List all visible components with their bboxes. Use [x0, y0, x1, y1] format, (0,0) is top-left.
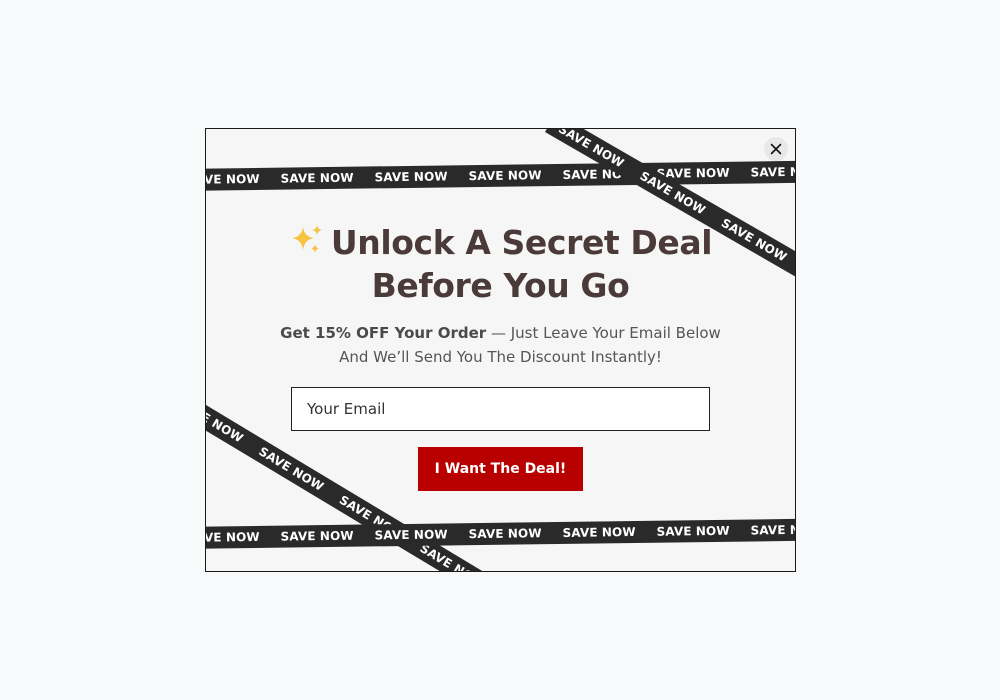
ribbon-label: SAVE NOW	[256, 444, 327, 494]
ribbon-label: SAVE NOW	[374, 169, 448, 185]
ribbon-label: SAVE NOW	[468, 168, 542, 184]
ribbon-label: SAVE NOW	[280, 528, 354, 544]
save-now-ribbon-bottom: SAVE NOW SAVE NOW SAVE NOW SAVE NOW SAVE…	[205, 518, 796, 549]
popup-headline: Unlock A Secret Deal Before You Go	[266, 221, 735, 307]
save-now-ribbon-top: SAVE NOW SAVE NOW SAVE NOW SAVE NOW SAVE…	[205, 160, 796, 191]
ribbon-label: SAVE NOW	[468, 526, 542, 542]
discount-popup: SAVE NOW SAVE NOW SAVE NOW SAVE NOW SAVE…	[205, 128, 796, 572]
ribbon-label: SAVE NOW	[205, 171, 260, 187]
ribbon-label: SAVE NOW	[280, 170, 354, 186]
popup-subtext: Get 15% OFF Your Order — Just Leave Your…	[276, 321, 725, 369]
ribbon-label: SAVE NOW	[656, 523, 730, 539]
sparkles-icon	[291, 225, 322, 253]
subtext-offer: Get 15% OFF Your Order	[280, 324, 487, 342]
headline-text: Unlock A Secret Deal Before You Go	[330, 223, 713, 305]
want-deal-button[interactable]: I Want The Deal!	[418, 447, 583, 491]
ribbon-label: SAVE NOW	[205, 529, 260, 545]
ribbon-label: SAVE NOW	[205, 395, 246, 446]
close-icon	[770, 143, 782, 155]
ribbon-label: SAVE NOW	[750, 164, 796, 180]
ribbon-label: SAVE NOW	[562, 524, 636, 540]
ribbon-label: SAVE NOW	[374, 527, 448, 543]
close-button[interactable]	[764, 137, 788, 161]
ribbon-label: SAVE NOW	[750, 522, 796, 538]
email-input[interactable]	[291, 387, 710, 431]
